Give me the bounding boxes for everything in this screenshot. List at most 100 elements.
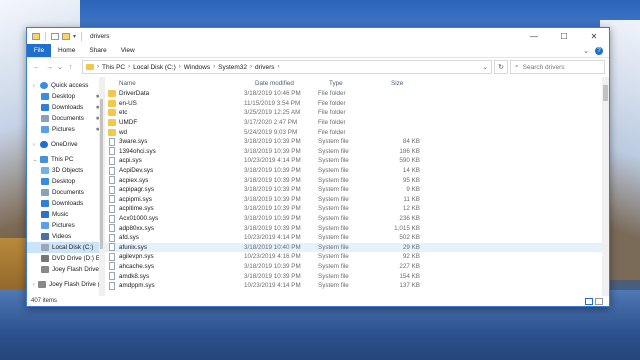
nav-label: OneDrive — [51, 141, 78, 148]
file-row[interactable]: amdppm.sys 10/23/2019 4:14 PM System file 1… — [105, 281, 609, 291]
column-header-date[interactable]: Date modified — [255, 80, 329, 87]
close-button[interactable]: ✕ — [579, 28, 609, 44]
quick-access-toolbar-dropdown-icon[interactable]: ▾ — [73, 33, 76, 40]
file-row[interactable]: ahcache.sys 3/18/2019 10:39 PM System file… — [105, 262, 609, 272]
file-row[interactable]: 1394ohci.sys 3/18/2019 10:39 PM System fil… — [105, 147, 609, 157]
expand-chevron-icon[interactable]: › — [33, 142, 37, 148]
properties-icon[interactable] — [51, 32, 59, 40]
address-bar[interactable]: › This PC › Local Disk (C:) › Windows › … — [82, 60, 492, 74]
nav-item-downloads-pc[interactable]: Downloads — [27, 198, 104, 209]
file-name: adp80xx.sys — [119, 224, 155, 232]
nav-item-documents[interactable]: Documents ✱ — [27, 113, 104, 124]
nav-this-pc[interactable]: ⌄ This PC — [27, 154, 104, 165]
file-row[interactable]: acpitime.sys 3/18/2019 10:39 PM System fil… — [105, 204, 609, 214]
forward-arrow-icon[interactable]: → — [44, 64, 55, 71]
tab-share[interactable]: Share — [82, 44, 113, 57]
file-row[interactable]: adp80xx.sys 3/18/2019 10:39 PM System file… — [105, 223, 609, 233]
file-row[interactable]: afd.sys 10/23/2019 4:14 PM System file 502 … — [105, 233, 609, 243]
file-row[interactable]: etc 3/25/2019 12:25 AM File folder — [105, 108, 609, 118]
file-icon — [109, 204, 115, 213]
minimize-button[interactable]: — — [519, 28, 549, 44]
column-header-size[interactable]: Size — [391, 80, 431, 87]
refresh-icon[interactable]: ↻ — [494, 60, 508, 74]
breadcrumb-drivers[interactable]: drivers — [255, 64, 275, 71]
file-row[interactable]: DriverData 3/18/2019 10:46 PM File folder — [105, 89, 609, 99]
file-row[interactable]: UMDF 3/17/2020 2:47 PM File folder — [105, 118, 609, 128]
file-row[interactable]: wd 5/24/2019 9:03 PM File folder — [105, 127, 609, 137]
nav-item-pictures-pc[interactable]: Pictures — [27, 220, 104, 231]
new-folder-icon[interactable] — [62, 32, 70, 40]
nav-label: DVD Drive (D:) E! — [52, 255, 102, 262]
breadcrumb-windows[interactable]: Windows — [184, 64, 210, 71]
nav-quick-access[interactable]: › Quick access — [27, 80, 104, 91]
tab-home[interactable]: Home — [51, 44, 82, 57]
nav-scrollbar-thumb[interactable] — [100, 99, 103, 249]
file-date: 3/18/2019 10:40 PM — [244, 243, 301, 251]
file-name: UMDF — [119, 119, 138, 127]
large-icons-view-icon[interactable] — [595, 297, 603, 305]
file-row[interactable]: acpiex.sys 3/18/2019 10:39 PM System file 9… — [105, 175, 609, 185]
nav-item-flash-drive[interactable]: Joey Flash Drive — [27, 264, 104, 275]
folder-icon — [108, 90, 116, 98]
nav-onedrive[interactable]: › OneDrive — [27, 139, 104, 150]
nav-item-videos[interactable]: Videos — [27, 231, 104, 242]
nav-item-3d-objects[interactable]: 3D Objects — [27, 165, 104, 176]
help-icon[interactable]: ? — [595, 46, 603, 55]
nav-item-downloads[interactable]: Downloads ✱ — [27, 102, 104, 113]
nav-label: Documents — [52, 189, 84, 196]
file-row[interactable]: afunix.sys 3/18/2019 10:40 PM System file 2… — [105, 242, 609, 253]
dvd-icon — [41, 255, 49, 262]
file-row[interactable]: acpipmi.sys 3/18/2019 10:39 PM System file… — [105, 195, 609, 205]
nav-item-music[interactable]: Music — [27, 209, 104, 220]
nav-item-pictures[interactable]: Pictures ✱ — [27, 124, 104, 135]
tab-file[interactable]: File — [27, 44, 51, 57]
breadcrumb-system32[interactable]: System32 — [218, 64, 247, 71]
breadcrumb-this-pc[interactable]: This PC — [102, 64, 125, 71]
nav-item-desktop-pc[interactable]: Desktop — [27, 176, 104, 187]
file-row[interactable]: agilevpn.sys 10/23/2019 4:16 PM System fil… — [105, 252, 609, 262]
file-row[interactable]: 3ware.sys 3/18/2019 10:39 PM System file 84… — [105, 137, 609, 147]
breadcrumb-chevron-icon[interactable]: › — [278, 64, 280, 70]
breadcrumb-chevron-icon[interactable]: › — [213, 64, 215, 70]
file-row[interactable]: acpipagr.sys 3/18/2019 10:39 PM System fil… — [105, 185, 609, 195]
file-row[interactable]: AcpiDev.sys 3/18/2019 10:39 PM System file… — [105, 166, 609, 176]
breadcrumb-chevron-icon[interactable]: › — [250, 64, 252, 70]
file-type: System file — [318, 195, 349, 203]
maximize-button[interactable]: ☐ — [549, 28, 579, 44]
nav-flash-drive-root[interactable]: › Joey Flash Drive (E — [27, 279, 104, 290]
file-row[interactable]: Acx01000.sys 3/18/2019 10:39 PM System fil… — [105, 214, 609, 224]
file-type: File folder — [318, 90, 346, 98]
expand-chevron-icon[interactable]: › — [33, 83, 37, 89]
breadcrumb-chevron-icon[interactable]: › — [97, 64, 99, 70]
address-history-dropdown-icon[interactable]: ⌄ — [483, 63, 488, 71]
back-arrow-icon[interactable]: ← — [31, 64, 42, 71]
breadcrumb-chevron-icon[interactable]: › — [128, 64, 130, 70]
expand-chevron-icon[interactable]: › — [33, 282, 35, 288]
search-input[interactable]: ⌕ Search drivers — [510, 60, 605, 74]
file-row[interactable]: en-US 11/15/2019 3:54 PM File folder — [105, 99, 609, 109]
file-list-scrollbar[interactable] — [602, 77, 609, 296]
file-list-scrollbar-thumb[interactable] — [603, 85, 608, 101]
file-row[interactable]: acpi.sys 10/23/2019 4:14 PM System file 590… — [105, 156, 609, 166]
column-header-type[interactable]: Type — [329, 80, 391, 87]
breadcrumb-local-disk[interactable]: Local Disk (C:) — [133, 64, 176, 71]
nav-item-desktop[interactable]: Desktop ✱ — [27, 91, 104, 102]
nav-item-local-disk[interactable]: Local Disk (C:) — [27, 242, 104, 253]
recent-locations-chevron-icon[interactable]: ⌄ — [57, 63, 63, 71]
tab-view[interactable]: View — [114, 44, 142, 57]
nav-item-dvd-drive[interactable]: DVD Drive (D:) E! — [27, 253, 104, 264]
nav-item-documents-pc[interactable]: Documents — [27, 187, 104, 198]
column-header-name[interactable]: Name — [119, 80, 255, 87]
expand-ribbon-icon[interactable]: ⌄ — [583, 47, 589, 55]
file-type: System file — [318, 253, 349, 261]
title-bar[interactable]: ▾ drivers — ☐ ✕ — [27, 28, 609, 44]
folder-icon — [108, 99, 116, 107]
breadcrumb-chevron-icon[interactable]: › — [179, 64, 181, 70]
file-row[interactable]: amdk8.sys 3/18/2019 10:39 PM System file 15… — [105, 271, 609, 281]
nav-scrollbar[interactable] — [99, 77, 104, 296]
up-arrow-icon[interactable]: ↑ — [65, 64, 76, 71]
details-view-icon[interactable] — [585, 297, 593, 305]
file-type: System file — [318, 138, 349, 146]
nav-label: Desktop — [52, 93, 76, 100]
expand-chevron-icon[interactable]: ⌄ — [33, 157, 37, 163]
